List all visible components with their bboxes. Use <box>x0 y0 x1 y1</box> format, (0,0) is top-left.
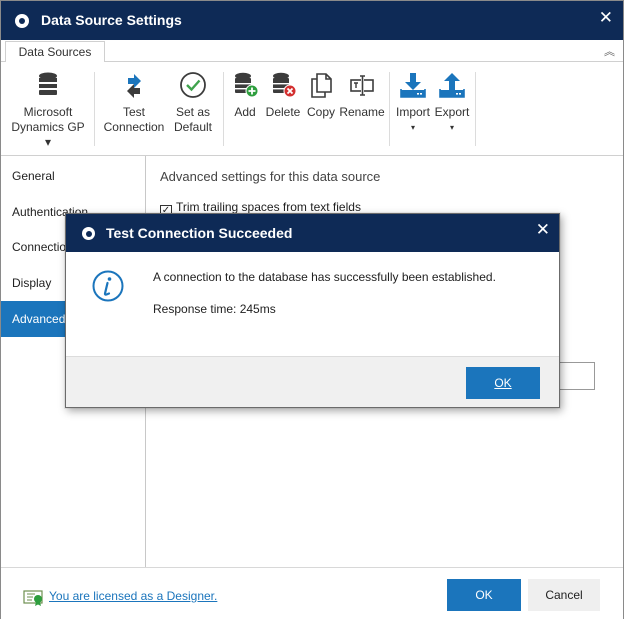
window-close-button[interactable]: ✕ <box>599 8 613 28</box>
test-connection-icon <box>127 74 141 98</box>
chevron-down-icon: ▾ <box>449 123 454 132</box>
response-time-text: Response time: 245ms <box>153 302 276 316</box>
checkmark-circle-icon <box>180 72 206 98</box>
license-certificate-icon <box>23 590 43 606</box>
ribbon-label: Add <box>234 105 256 119</box>
ribbon-label: Microsoft <box>23 105 73 119</box>
copy-icon <box>311 73 332 98</box>
advanced-value-field[interactable] <box>557 362 595 390</box>
chevron-down-icon: ▾ <box>410 123 415 132</box>
ribbon-label: Dynamics GP ▾ <box>11 120 85 149</box>
test-connection-button[interactable]: Test Connection <box>101 70 167 135</box>
window-title: Data Source Settings <box>41 12 182 28</box>
dialog-ok-button[interactable]: OK <box>466 367 540 399</box>
test-connection-dialog: Test Connection Succeeded ✕ A connection… <box>65 213 560 408</box>
info-icon <box>92 270 124 302</box>
ribbon-separator <box>475 72 476 146</box>
ribbon-label: Copy <box>306 105 335 119</box>
dialog-message: A connection to the database has success… <box>153 270 496 284</box>
ribbon-label: Set as <box>175 105 211 119</box>
data-source-type-dropdown[interactable]: Microsoft Dynamics GP ▾ <box>9 70 87 150</box>
checkbox-label: Trim trailing spaces from text fields <box>176 200 361 214</box>
database-add-icon <box>235 72 259 98</box>
cancel-button[interactable]: Cancel <box>528 579 600 611</box>
ribbon-label: Default <box>173 120 213 134</box>
delete-data-source-button[interactable]: Delete <box>263 70 303 120</box>
ok-button[interactable]: OK <box>447 579 521 611</box>
ribbon-label: Connection <box>103 120 165 134</box>
window-titlebar: Data Source Settings ✕ <box>1 1 623 40</box>
ribbon-label: Rename <box>339 105 385 119</box>
dialog-button-bar: OK <box>66 356 559 407</box>
tab-data-sources[interactable]: Data Sources <box>5 41 105 63</box>
rename-data-source-button[interactable]: Rename <box>339 70 385 120</box>
ribbon-label: Export <box>434 105 470 119</box>
export-dropdown-button[interactable]: Export ▾ <box>433 70 471 135</box>
copy-data-source-button[interactable]: Copy <box>305 70 337 120</box>
set-as-default-button[interactable]: Set as Default <box>169 70 217 135</box>
ribbon-label: Import <box>395 105 430 119</box>
database-icon <box>39 72 57 95</box>
ribbon-label: Test <box>122 105 145 119</box>
sidebar-item-general[interactable]: General <box>1 158 145 194</box>
ribbon-tab-bar: Data Sources ︽ <box>1 40 623 63</box>
dialog-title: Test Connection Succeeded <box>106 225 293 241</box>
add-data-source-button[interactable]: Add <box>229 70 261 120</box>
import-icon <box>400 73 426 98</box>
section-title: Advanced settings for this data source <box>160 169 381 184</box>
ribbon-separator <box>223 72 224 146</box>
dialog-close-button[interactable]: ✕ <box>536 220 550 240</box>
license-link[interactable]: You are licensed as a Designer. <box>49 589 217 603</box>
data-source-settings-window: Data Source Settings ✕ Data Sources ︽ Mi… <box>0 0 624 619</box>
import-dropdown-button[interactable]: Import ▾ <box>394 70 432 135</box>
ribbon-separator <box>94 72 95 146</box>
ribbon-toolbar: Microsoft Dynamics GP ▾ Test Connection … <box>1 62 623 156</box>
window-footer: You are licensed as a Designer. OK Cance… <box>1 567 623 619</box>
ribbon-label: Delete <box>265 105 301 119</box>
dialog-titlebar: Test Connection Succeeded ✕ <box>66 214 559 252</box>
ribbon-collapse-button[interactable]: ︽ <box>604 43 615 59</box>
database-delete-icon <box>273 72 297 98</box>
app-logo-icon <box>15 14 29 28</box>
app-logo-icon <box>82 227 95 240</box>
export-icon <box>439 73 465 98</box>
rename-icon <box>350 75 374 96</box>
ribbon-separator <box>389 72 390 146</box>
